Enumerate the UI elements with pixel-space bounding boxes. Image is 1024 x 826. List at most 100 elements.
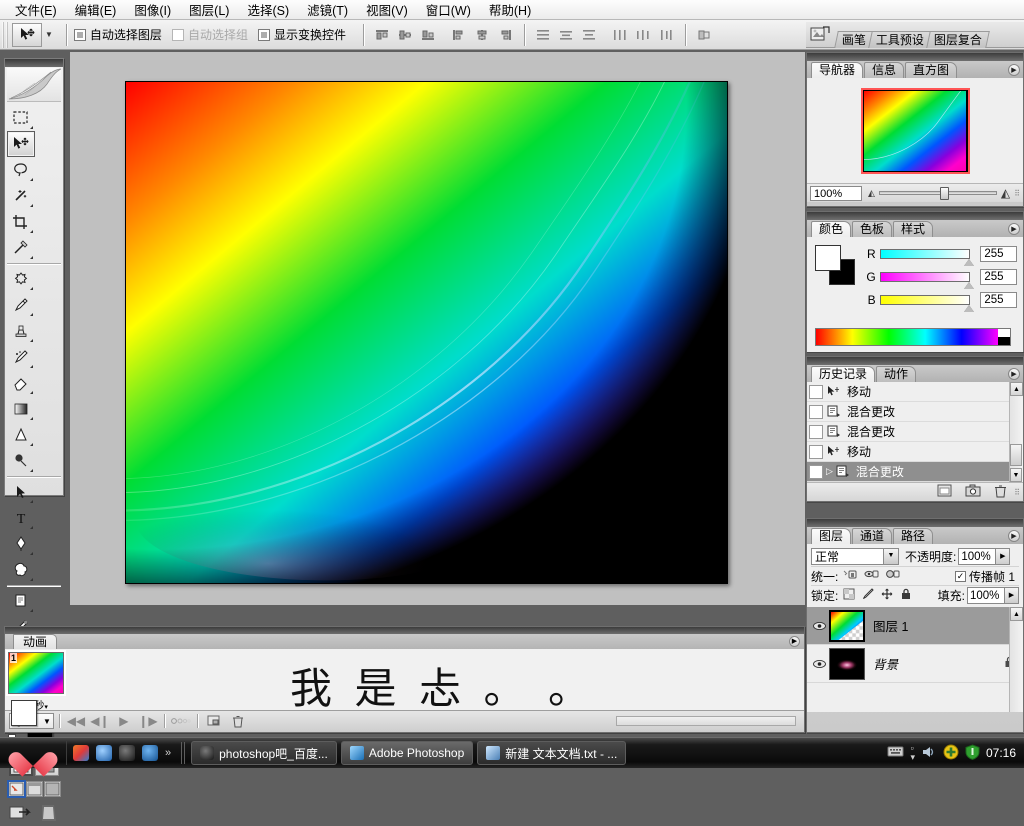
jump-to-imageready-button[interactable] [9,803,35,826]
tab-paths[interactable]: 路径 [893,528,934,544]
kingsoft-icon[interactable] [142,745,158,761]
ie-icon[interactable] [96,745,112,761]
resize-grip-icon[interactable]: ⠿ [1014,189,1020,198]
history-brush-tool-button[interactable] [7,344,35,370]
zoom-in-icon[interactable]: ◭ [1001,186,1010,200]
history-panel-menu-icon[interactable]: ▶ [1008,368,1020,380]
play-animation-button[interactable]: ▶ [113,713,135,729]
crop-tool-button[interactable] [7,209,35,235]
color-foreground-swatch[interactable] [815,245,841,271]
opacity-stepper-icon[interactable]: ▶ [996,547,1011,565]
tween-frames-button[interactable] [170,713,192,729]
history-state-row[interactable]: 移动 [807,442,1023,462]
animation-panel-titlebar[interactable] [5,627,804,634]
blur-tool-button[interactable] [7,422,35,448]
taskbar-window-photoshop[interactable]: Adobe Photoshop [340,741,474,765]
fill-stepper-icon[interactable]: ▶ [1005,587,1019,604]
custom-shape-tool-button[interactable] [7,557,35,583]
start-button[interactable] [0,738,66,769]
menu-item-window[interactable]: 窗口(W) [417,0,480,21]
show-hidden-icons-icon[interactable]: ▫ ▾ [910,744,915,762]
align-vertical-centers-button[interactable] [394,24,416,46]
more-chevron-icon[interactable]: » [165,747,171,759]
type-tool-button[interactable]: T [7,505,35,531]
distribute-left-button[interactable] [609,24,631,46]
navigator-thumbnail[interactable] [860,87,970,174]
distribute-hcenter-button[interactable] [632,24,654,46]
imageready-icon[interactable] [39,803,59,826]
scroll-up-icon[interactable]: ▲ [1010,382,1023,396]
path-selection-tool-button[interactable] [7,479,35,505]
align-left-edges-button[interactable] [371,24,393,46]
auto-select-group-checkbox[interactable]: 自动选择组 [171,26,248,43]
delete-frame-button[interactable] [227,713,249,729]
color-panel-titlebar[interactable] [807,212,1023,220]
tab-color[interactable]: 颜色 [811,221,852,237]
channel-g-value[interactable]: 255 [980,268,1018,285]
align-right-edges-button[interactable] [494,24,516,46]
tab-histogram[interactable]: 直方图 [905,62,958,78]
align-top-edges-button[interactable] [448,24,470,46]
volume-icon[interactable] [921,745,937,762]
taskbar-window-notepad[interactable]: 新建 文本文档.txt - ... [477,741,627,765]
gradient-tool-button[interactable] [7,396,35,422]
show-transform-checkbox[interactable]: 显示变换控件 [257,26,346,43]
current-tool-button[interactable] [12,22,42,47]
security-shield-icon[interactable] [965,743,980,763]
document-canvas[interactable] [125,81,728,584]
distribute-bottom-button[interactable] [578,24,600,46]
frame-thumbnail[interactable]: 1 [8,652,64,694]
history-state-row-active[interactable]: ▷ 混合更改 [807,462,1023,482]
channel-g-slider[interactable] [879,271,975,289]
tab-animation[interactable]: 动画 [13,634,58,649]
layer-thumbnail[interactable] [829,647,865,680]
lock-position-icon[interactable] [881,588,893,603]
zoom-percentage-input[interactable]: 100% [810,185,862,201]
channel-r-value[interactable]: 255 [980,245,1018,262]
menu-item-image[interactable]: 图像(I) [125,0,180,21]
toolbox-titlebar[interactable] [5,59,63,67]
align-horizontal-centers-button[interactable] [471,24,493,46]
layer-row[interactable]: 图层 1 [807,607,1023,645]
fullscreen-button[interactable] [43,781,61,797]
zoom-slider-knob[interactable] [940,187,950,200]
lock-all-icon[interactable] [900,588,912,603]
tab-history[interactable]: 历史记录 [811,366,876,382]
fullscreen-with-menu-button[interactable] [25,781,43,797]
marquee-tool-button[interactable] [7,105,35,131]
chevron-down-icon[interactable]: ▼ [883,548,898,564]
well-tab-tool-presets[interactable]: 工具预设 [868,30,932,48]
desktop-icon[interactable] [73,745,89,761]
show-transform-box[interactable] [257,28,270,41]
menu-item-layer[interactable]: 图层(L) [180,0,238,21]
foreground-color-swatch[interactable] [11,700,37,726]
animation-frame[interactable]: 1 0 秒▾ [8,652,66,712]
animation-panel-menu-icon[interactable]: ▶ [789,636,800,647]
history-state-row[interactable]: 混合更改 [807,422,1023,442]
layers-panel-titlebar[interactable] [807,519,1023,527]
animation-horizontal-scrollbar[interactable] [616,716,796,726]
opacity-input[interactable]: 100% [958,547,997,565]
taskbar-clock[interactable]: 07:16 [986,746,1016,760]
tab-info[interactable]: 信息 [864,62,905,78]
scroll-up-icon[interactable]: ▲ [1010,607,1023,621]
auto-select-layer-checkbox[interactable]: 自动选择图层 [73,26,162,43]
history-state-row[interactable]: 混合更改 [807,402,1023,422]
lock-transparency-icon[interactable] [843,588,855,603]
history-state-row[interactable]: 移动 [807,382,1023,402]
color-spectrum-ramp[interactable] [815,328,1011,346]
menu-item-filter[interactable]: 滤镜(T) [298,0,357,21]
menu-item-view[interactable]: 视图(V) [357,0,417,21]
clone-stamp-tool-button[interactable] [7,318,35,344]
channel-b-knob[interactable] [964,304,975,312]
tab-swatches[interactable]: 色板 [852,221,893,237]
keyboard-icon[interactable] [887,746,904,760]
channel-b-slider[interactable] [879,294,975,312]
history-scrollbar[interactable]: ▲ ▼ [1009,382,1023,482]
layer-row[interactable]: 背景 [807,645,1023,683]
propagate-frames-checkbox[interactable]: ✓ [954,570,966,582]
layer-visibility-toggle[interactable] [809,658,829,670]
notes-tool-button[interactable] [7,588,35,614]
layers-panel-menu-icon[interactable]: ▶ [1008,530,1020,542]
tab-channels[interactable]: 通道 [852,528,893,544]
